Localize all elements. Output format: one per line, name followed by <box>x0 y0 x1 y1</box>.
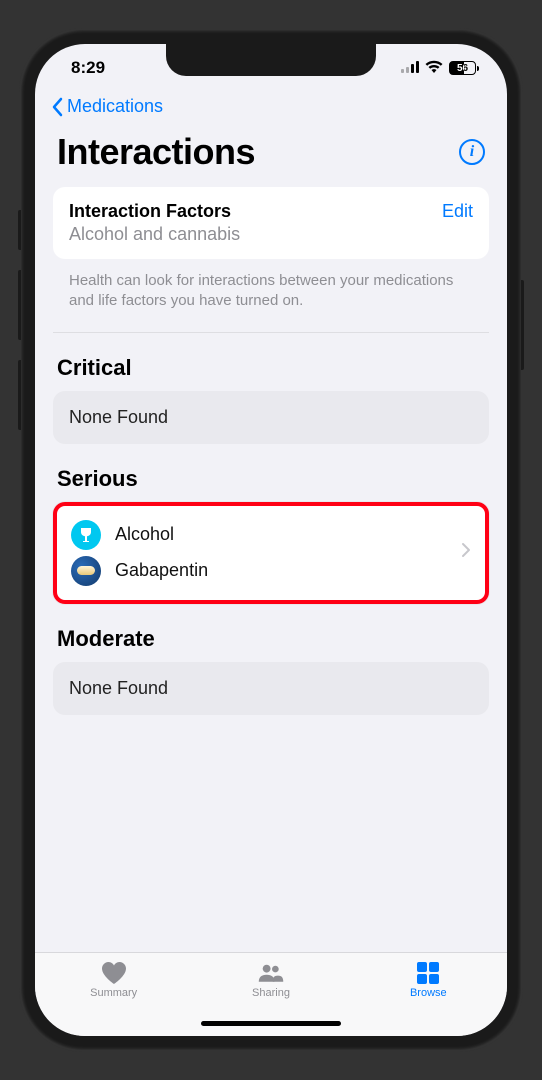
edit-button[interactable]: Edit <box>442 201 473 222</box>
title-row: Interactions i <box>53 125 489 187</box>
battery-percent: 56 <box>457 63 468 74</box>
power-button <box>521 280 524 370</box>
notch <box>166 44 376 76</box>
interaction-label: Gabapentin <box>115 560 208 581</box>
back-label: Medications <box>67 96 163 117</box>
interaction-item: Alcohol <box>71 520 208 550</box>
battery-icon: 56 <box>449 61 479 75</box>
tab-browse[interactable]: Browse <box>388 961 468 999</box>
info-icon[interactable]: i <box>459 139 485 165</box>
moderate-empty: None Found <box>53 662 489 715</box>
section-moderate-title: Moderate <box>53 604 489 662</box>
content: Interactions i Interaction Factors Edit … <box>35 125 507 952</box>
page-title: Interactions <box>57 131 255 173</box>
volume-button <box>18 360 21 430</box>
phone-frame: 8:29 56 Medications Interactions <box>21 30 521 1050</box>
pill-icon <box>71 556 101 586</box>
wifi-icon <box>425 58 443 78</box>
info-note: Health can look for interactions between… <box>53 259 489 333</box>
tab-label: Browse <box>410 987 447 999</box>
status-right: 56 <box>401 58 479 78</box>
tab-label: Sharing <box>252 987 290 999</box>
interaction-factors-card[interactable]: Interaction Factors Edit Alcohol and can… <box>53 187 489 259</box>
tab-summary[interactable]: Summary <box>74 961 154 999</box>
interaction-item: Gabapentin <box>71 556 208 586</box>
chevron-right-icon <box>461 541 471 564</box>
screen: 8:29 56 Medications Interactions <box>35 44 507 1036</box>
tab-label: Summary <box>90 987 137 999</box>
people-icon <box>257 961 285 985</box>
home-indicator[interactable] <box>201 1021 341 1026</box>
heart-icon <box>100 961 128 985</box>
grid-icon <box>414 961 442 985</box>
status-time: 8:29 <box>71 58 105 78</box>
chevron-left-icon <box>51 97 63 117</box>
critical-empty: None Found <box>53 391 489 444</box>
section-serious-title: Serious <box>53 444 489 502</box>
factors-subtitle: Alcohol and cannabis <box>69 224 473 245</box>
factors-title: Interaction Factors <box>69 201 231 222</box>
back-button[interactable]: Medications <box>35 92 507 125</box>
alcohol-icon <box>71 520 101 550</box>
section-critical-title: Critical <box>53 333 489 391</box>
tab-sharing[interactable]: Sharing <box>231 961 311 999</box>
serious-interaction-row[interactable]: Alcohol Gabapentin <box>53 502 489 604</box>
interaction-label: Alcohol <box>115 524 174 545</box>
signal-icon <box>401 58 419 78</box>
